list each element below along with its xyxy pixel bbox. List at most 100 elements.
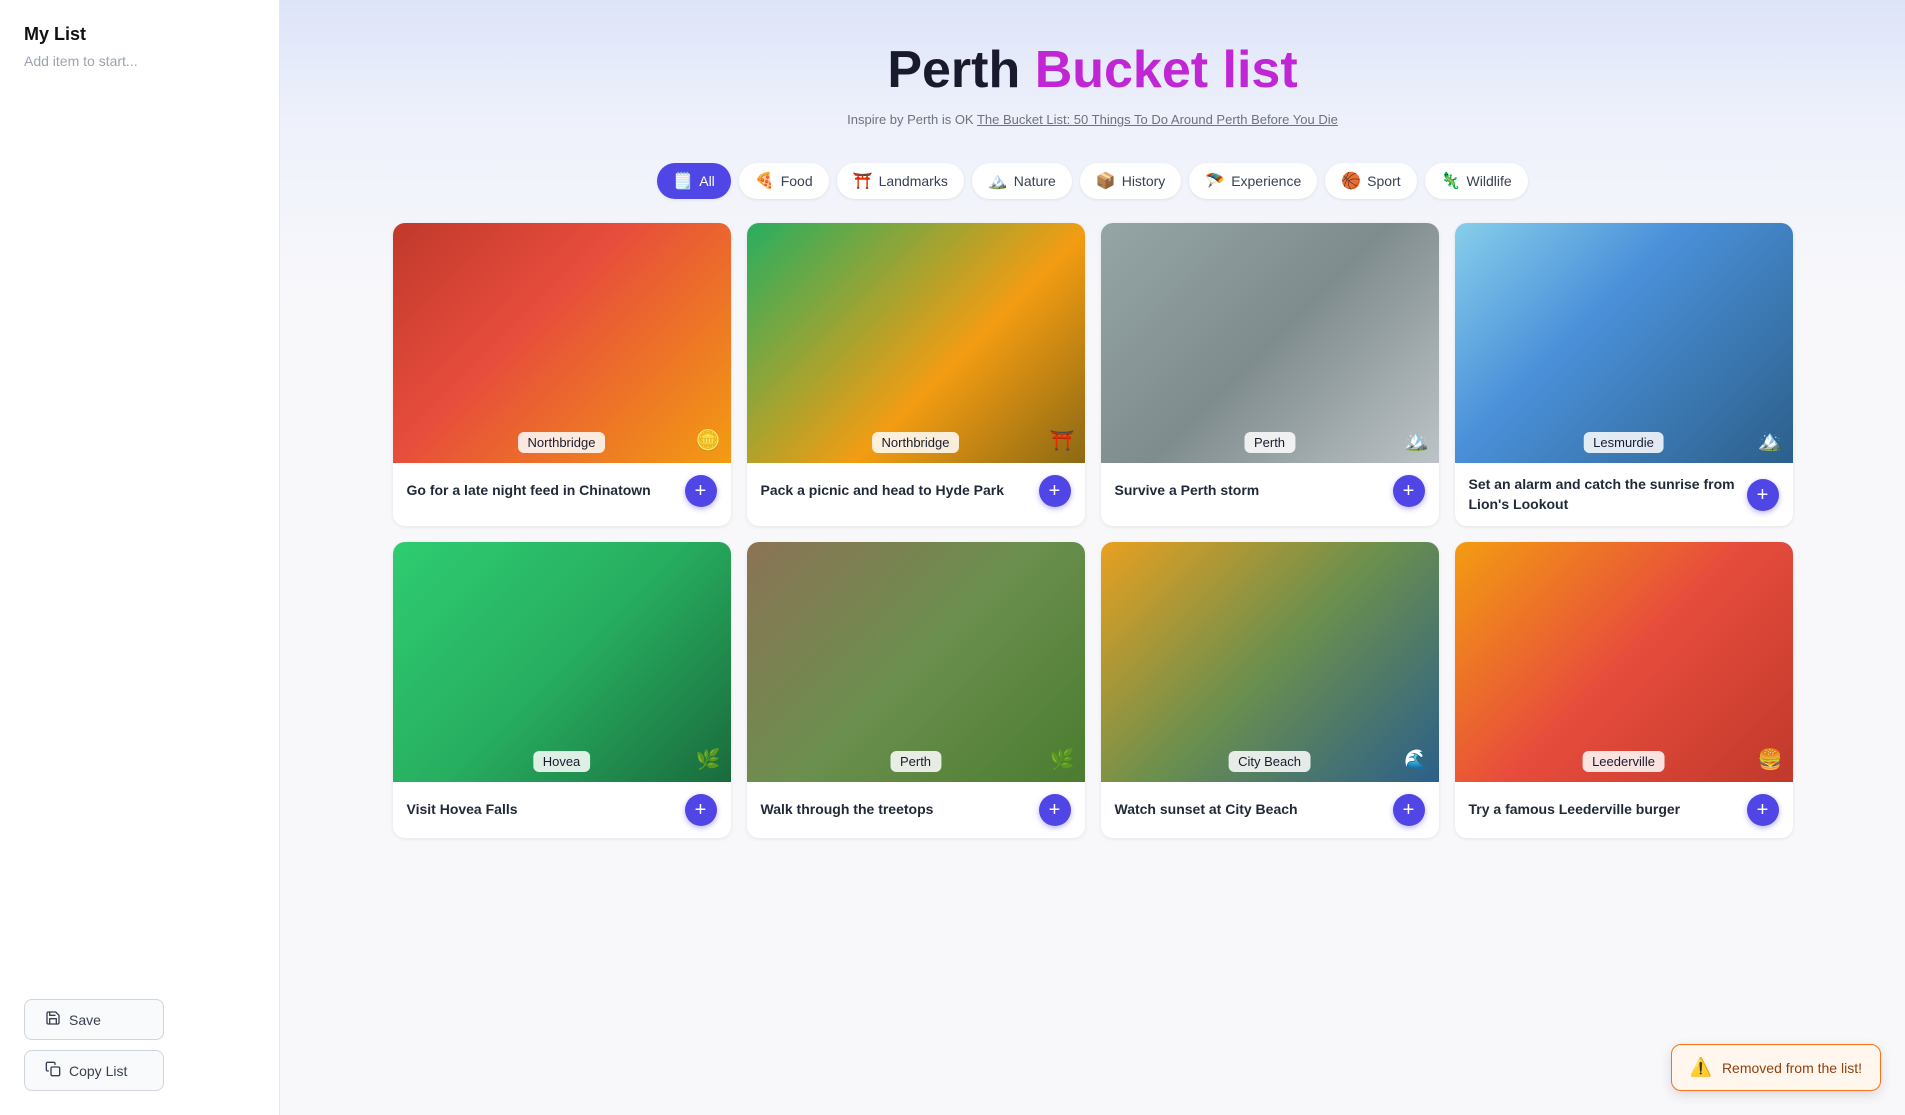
card-item: City Beach 🌊 Watch sunset at City Beach … (1101, 542, 1439, 838)
card-body: Try a famous Leederville burger + (1455, 782, 1793, 838)
card-image-wrap: Northbridge 🪙 (393, 223, 731, 463)
card-image-wrap: Perth 🌿 (747, 542, 1085, 782)
copy-icon (45, 1061, 61, 1080)
filter-tab-all[interactable]: 🗒️All (657, 163, 730, 199)
card-title: Set an alarm and catch the sunrise from … (1469, 475, 1739, 514)
card-item: Leederville 🍔 Try a famous Leederville b… (1455, 542, 1793, 838)
card-title: Try a famous Leederville burger (1469, 800, 1681, 820)
sidebar-actions: Save Copy List (24, 999, 164, 1091)
toast-notification: ⚠️ Removed from the list! (1671, 1044, 1881, 1091)
card-grid: Northbridge 🪙 Go for a late night feed i… (373, 223, 1813, 878)
copy-list-button[interactable]: Copy List (24, 1050, 164, 1091)
card-location-badge: City Beach (1228, 751, 1311, 772)
card-title: Pack a picnic and head to Hyde Park (761, 481, 1005, 501)
hero-section: Perth Bucket list Inspire by Perth is OK… (280, 0, 1905, 147)
card-image (1455, 542, 1793, 782)
card-item: Lesmurdie 🏔️ Set an alarm and catch the … (1455, 223, 1793, 526)
filter-tab-food[interactable]: 🍕Food (739, 163, 829, 199)
card-image (393, 542, 731, 782)
card-image (747, 223, 1085, 463)
card-item: Northbridge 🪙 Go for a late night feed i… (393, 223, 731, 526)
experience-filter-icon: 🪂 (1205, 171, 1225, 191)
history-filter-icon: 📦 (1096, 171, 1116, 191)
main-content: Perth Bucket list Inspire by Perth is OK… (280, 0, 1905, 1115)
toast-icon: ⚠️ (1690, 1057, 1712, 1078)
card-item: Northbridge ⛩️ Pack a picnic and head to… (747, 223, 1085, 526)
card-location-badge: Hovea (533, 751, 591, 772)
card-image-wrap: City Beach 🌊 (1101, 542, 1439, 782)
card-category-icon: 🌿 (696, 747, 721, 772)
card-location-badge: Northbridge (518, 432, 606, 453)
card-image (747, 542, 1085, 782)
add-to-list-button[interactable]: + (1393, 794, 1425, 826)
card-image-wrap: Hovea 🌿 (393, 542, 731, 782)
card-item: Hovea 🌿 Visit Hovea Falls + (393, 542, 731, 838)
card-image-wrap: Perth 🏔️ (1101, 223, 1439, 463)
card-body: Watch sunset at City Beach + (1101, 782, 1439, 838)
filter-tab-sport[interactable]: 🏀Sport (1325, 163, 1416, 199)
card-body: Set an alarm and catch the sunrise from … (1455, 463, 1793, 526)
card-location-badge: Northbridge (872, 432, 960, 453)
card-image (393, 223, 731, 463)
filter-tab-history[interactable]: 📦History (1080, 163, 1181, 199)
card-title: Watch sunset at City Beach (1115, 800, 1298, 820)
add-to-list-button[interactable]: + (1393, 475, 1425, 507)
save-label: Save (69, 1012, 101, 1028)
wildlife-filter-icon: 🦎 (1441, 171, 1461, 191)
card-category-icon: 🌊 (1404, 747, 1429, 772)
card-title: Survive a Perth storm (1115, 481, 1260, 501)
sidebar: My List Add item to start... Save Copy L… (0, 0, 280, 1115)
card-category-icon: ⛩️ (1050, 428, 1075, 453)
landmarks-filter-icon: ⛩️ (853, 171, 873, 191)
card-image-wrap: Lesmurdie 🏔️ (1455, 223, 1793, 463)
hero-title-part2: Bucket list (1035, 41, 1298, 99)
card-body: Go for a late night feed in Chinatown + (393, 463, 731, 519)
copy-list-label: Copy List (69, 1063, 127, 1079)
card-category-icon: 🪙 (696, 428, 721, 453)
add-to-list-button[interactable]: + (1039, 475, 1071, 507)
card-image (1101, 542, 1439, 782)
card-body: Survive a Perth storm + (1101, 463, 1439, 519)
card-category-icon: 🍔 (1758, 747, 1783, 772)
add-to-list-button[interactable]: + (1039, 794, 1071, 826)
card-image (1455, 223, 1793, 463)
filter-tab-wildlife[interactable]: 🦎Wildlife (1425, 163, 1528, 199)
card-location-badge: Lesmurdie (1583, 432, 1664, 453)
filter-tab-experience[interactable]: 🪂Experience (1189, 163, 1317, 199)
all-filter-icon: 🗒️ (673, 171, 693, 191)
add-to-list-button[interactable]: + (685, 475, 717, 507)
hero-title-part1: Perth (887, 41, 1034, 99)
card-location-badge: Perth (1244, 432, 1295, 453)
card-category-icon: 🏔️ (1404, 428, 1429, 453)
card-item: Perth 🌿 Walk through the treetops + (747, 542, 1085, 838)
card-title: Visit Hovea Falls (407, 800, 518, 820)
card-body: Walk through the treetops + (747, 782, 1085, 838)
filter-bar: 🗒️All🍕Food⛩️Landmarks🏔️Nature📦History🪂Ex… (280, 147, 1905, 223)
card-image (1101, 223, 1439, 463)
save-button[interactable]: Save (24, 999, 164, 1040)
sidebar-subtitle: Add item to start... (0, 53, 279, 85)
sport-filter-icon: 🏀 (1341, 171, 1361, 191)
add-to-list-button[interactable]: + (685, 794, 717, 826)
sidebar-title: My List (0, 0, 279, 53)
filter-tab-nature[interactable]: 🏔️Nature (972, 163, 1072, 199)
add-to-list-button[interactable]: + (1747, 794, 1779, 826)
nature-filter-icon: 🏔️ (988, 171, 1008, 191)
add-to-list-button[interactable]: + (1747, 479, 1779, 511)
card-category-icon: 🏔️ (1758, 428, 1783, 453)
food-filter-icon: 🍕 (755, 171, 775, 191)
save-icon (45, 1010, 61, 1029)
card-category-icon: 🌿 (1050, 747, 1075, 772)
card-item: Perth 🏔️ Survive a Perth storm + (1101, 223, 1439, 526)
filter-tab-landmarks[interactable]: ⛩️Landmarks (837, 163, 964, 199)
hero-title-wrap: Perth Bucket list (300, 40, 1885, 100)
card-location-badge: Leederville (1582, 751, 1665, 772)
card-body: Pack a picnic and head to Hyde Park + (747, 463, 1085, 519)
hero-link[interactable]: The Bucket List: 50 Things To Do Around … (977, 112, 1338, 127)
card-image-wrap: Northbridge ⛩️ (747, 223, 1085, 463)
card-image-wrap: Leederville 🍔 (1455, 542, 1793, 782)
toast-message: Removed from the list! (1722, 1060, 1862, 1076)
card-title: Go for a late night feed in Chinatown (407, 481, 651, 501)
hero-subtitle: Inspire by Perth is OK The Bucket List: … (300, 112, 1885, 127)
card-location-badge: Perth (890, 751, 941, 772)
